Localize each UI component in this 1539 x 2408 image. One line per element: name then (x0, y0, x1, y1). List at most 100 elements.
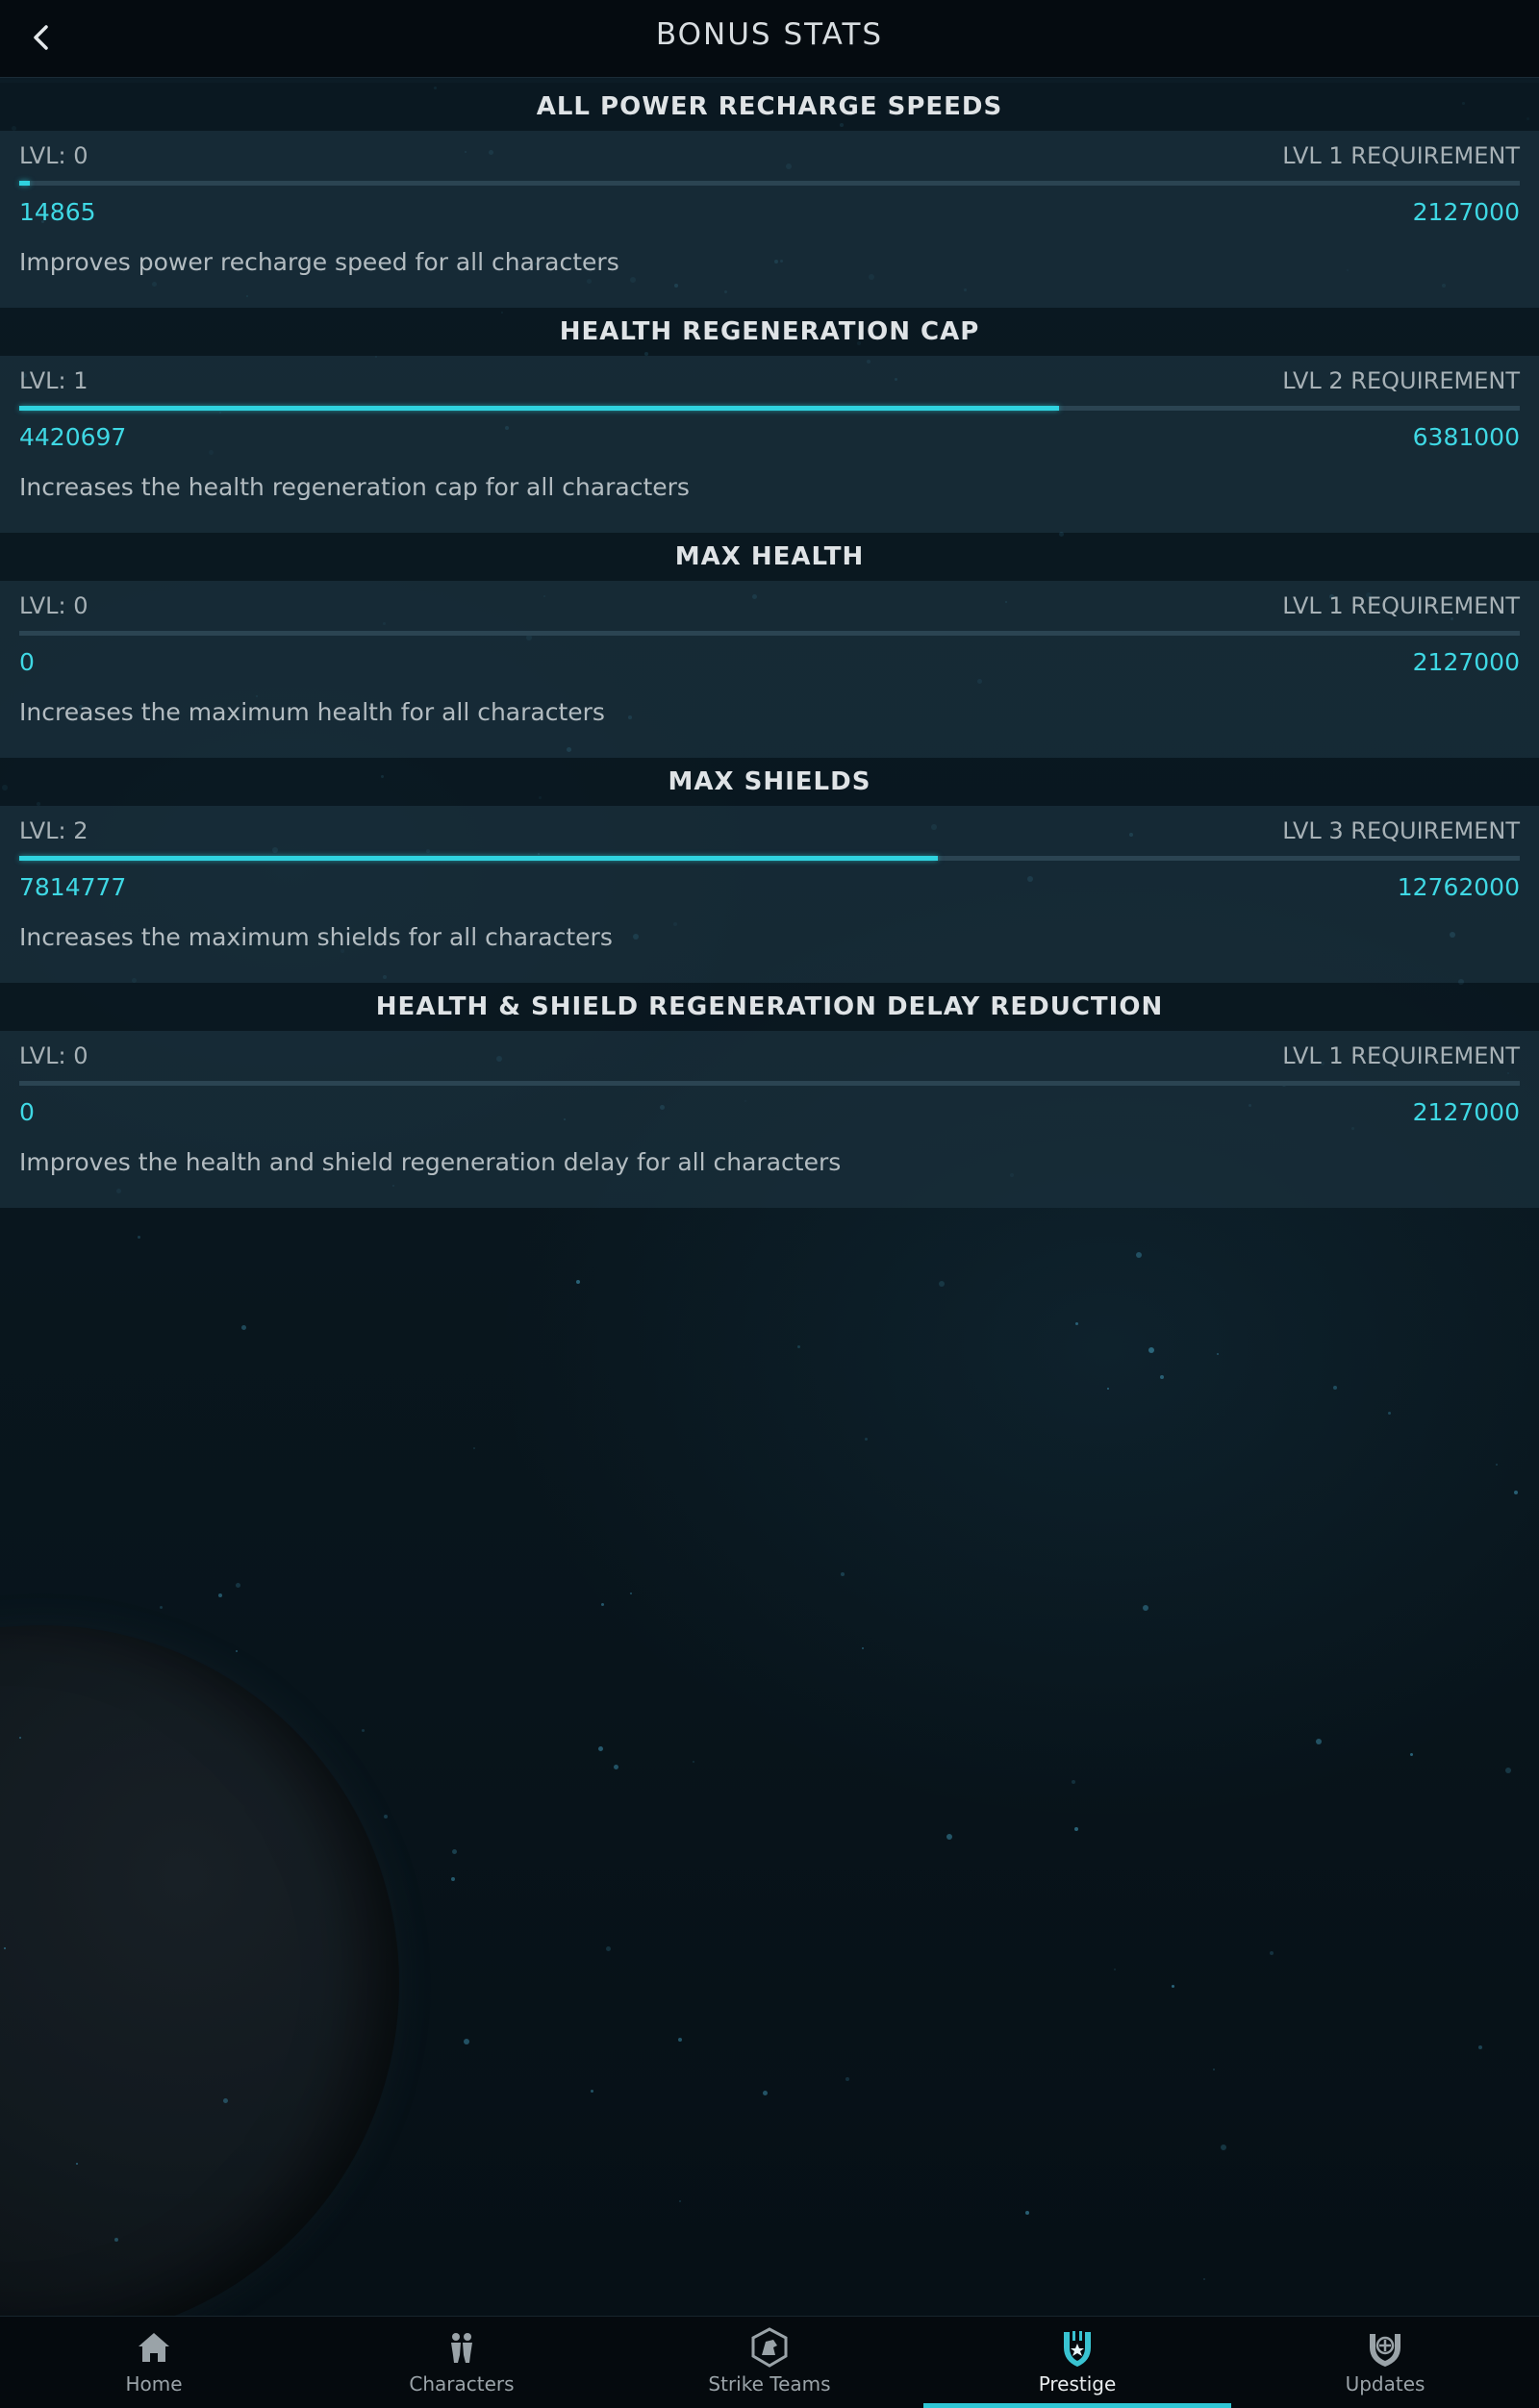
stat-target-value: 2127000 (1412, 648, 1520, 676)
stat-progress-bar (19, 406, 1520, 411)
stat-current-value: 14865 (19, 198, 96, 226)
stat-progress-fill (19, 856, 938, 861)
stat-progress-bar (19, 631, 1520, 636)
nav-item-prestige[interactable]: Prestige (923, 2317, 1231, 2408)
star (114, 2238, 118, 2242)
star (19, 1737, 21, 1739)
strike-teams-icon (751, 2327, 788, 2368)
stat-title: MAX SHIELDS (0, 758, 1539, 806)
star (1333, 1386, 1337, 1390)
stat-current-value: 0 (19, 1098, 35, 1126)
stat-current-value: 4420697 (19, 423, 127, 451)
nav-item-characters[interactable]: Characters (308, 2317, 616, 2408)
star (598, 1746, 603, 1751)
active-tab-indicator (923, 2403, 1231, 2408)
star (1025, 2211, 1029, 2215)
stat-progress-fill (19, 406, 1060, 411)
bonus-stats-screen: BONUS STATS ALL POWER RECHARGE SPEEDS LV… (0, 0, 1539, 2408)
star (223, 2098, 228, 2103)
stat-body: LVL: 0 LVL 1 REQUIREMENT 0 2127000 Incre… (0, 581, 1539, 758)
star (601, 1603, 604, 1606)
star (1203, 2278, 1205, 2280)
star (1505, 1768, 1511, 1773)
star (865, 1438, 868, 1441)
stat-body: LVL: 0 LVL 1 REQUIREMENT 14865 2127000 I… (0, 131, 1539, 308)
star (576, 1280, 580, 1284)
star (841, 1572, 845, 1576)
prestige-icon (1064, 2331, 1091, 2367)
star (1496, 1464, 1498, 1466)
stat-all-power-recharge-speeds: ALL POWER RECHARGE SPEEDS LVL: 0 LVL 1 R… (0, 83, 1539, 308)
star (797, 1345, 800, 1348)
stat-requirement-label: LVL 2 REQUIREMENT (1282, 367, 1520, 394)
star (693, 1761, 694, 1763)
stat-progress-bar (19, 856, 1520, 861)
nav-item-updates[interactable]: Updates (1231, 2317, 1539, 2408)
stat-current-value: 0 (19, 648, 35, 676)
nav-label: Strike Teams (708, 2372, 831, 2395)
stat-body: LVL: 0 LVL 1 REQUIREMENT 0 2127000 Impro… (0, 1031, 1539, 1208)
star (1270, 1951, 1274, 1955)
stat-title: HEALTH & SHIELD REGENERATION DELAY REDUC… (0, 983, 1539, 1031)
stat-max-shields: MAX SHIELDS LVL: 2 LVL 3 REQUIREMENT 781… (0, 758, 1539, 983)
stat-progress-bar (19, 181, 1520, 186)
star (679, 2200, 681, 2202)
stat-target-value: 2127000 (1412, 198, 1520, 226)
star (591, 2090, 593, 2093)
star (1160, 1375, 1164, 1379)
nav-item-strike-teams[interactable]: Strike Teams (616, 2317, 923, 2408)
star (630, 1593, 632, 1594)
star (236, 1650, 238, 1652)
star (464, 2039, 469, 2044)
stat-body: LVL: 1 LVL 2 REQUIREMENT 4420697 6381000… (0, 356, 1539, 533)
nav-label: Characters (409, 2372, 515, 2395)
stat-level: LVL: 2 (19, 817, 88, 844)
star (1172, 1985, 1174, 1988)
stat-progress-fill (19, 181, 30, 186)
star (1148, 1347, 1154, 1353)
star (614, 1765, 618, 1769)
star (452, 1849, 457, 1854)
star (939, 1281, 945, 1287)
star (1221, 2145, 1226, 2150)
top-bar: BONUS STATS (0, 0, 1539, 78)
home-icon (139, 2333, 169, 2362)
star (1107, 1388, 1109, 1390)
star (1478, 2045, 1482, 2049)
star (218, 1593, 222, 1597)
stat-requirement-label: LVL 1 REQUIREMENT (1282, 1042, 1520, 1069)
stat-description: Increases the maximum shields for all ch… (19, 923, 613, 951)
stat-target-value: 2127000 (1412, 1098, 1520, 1126)
characters-icon (451, 2333, 472, 2363)
star (1114, 1969, 1116, 1970)
star (241, 1325, 246, 1330)
star (1213, 2069, 1215, 2070)
stat-target-value: 12762000 (1397, 873, 1520, 901)
stat-health-regeneration-cap: HEALTH REGENERATION CAP LVL: 1 LVL 2 REQ… (0, 308, 1539, 533)
star (862, 1647, 864, 1649)
stat-title: ALL POWER RECHARGE SPEEDS (0, 83, 1539, 131)
star (1143, 1605, 1148, 1611)
star (138, 1236, 140, 1239)
stat-requirement-label: LVL 3 REQUIREMENT (1282, 817, 1520, 844)
star (1217, 1353, 1219, 1355)
page-title: BONUS STATS (655, 17, 884, 52)
stat-max-health: MAX HEALTH LVL: 0 LVL 1 REQUIREMENT 0 21… (0, 533, 1539, 758)
stat-title: HEALTH REGENERATION CAP (0, 308, 1539, 356)
star (451, 1877, 455, 1881)
star (1074, 1827, 1078, 1831)
stat-level: LVL: 0 (19, 142, 88, 169)
star (1075, 1322, 1078, 1325)
stat-level: LVL: 0 (19, 592, 88, 619)
stat-description: Improves the health and shield regenerat… (19, 1148, 842, 1176)
star (678, 2038, 682, 2042)
star (1136, 1252, 1142, 1258)
planet-background (0, 1625, 399, 2342)
stat-requirement-label: LVL 1 REQUIREMENT (1282, 142, 1520, 169)
nav-label: Updates (1345, 2372, 1425, 2395)
stat-target-value: 6381000 (1412, 423, 1520, 451)
nav-item-home[interactable]: Home (0, 2317, 308, 2408)
stat-description: Improves power recharge speed for all ch… (19, 248, 619, 276)
stat-title: MAX HEALTH (0, 533, 1539, 581)
star (160, 1606, 163, 1609)
